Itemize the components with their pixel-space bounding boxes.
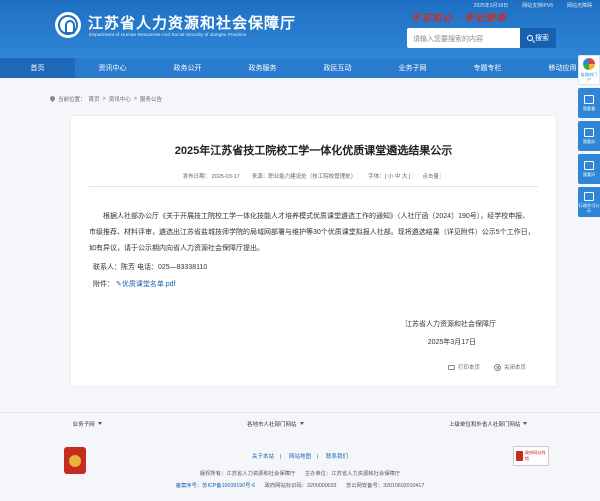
print-button[interactable]: 打印本页 [447,363,480,371]
footer-contact[interactable]: 联系我们 [326,454,348,460]
site-footer: 关于本站 | 网站地图 | 联系我们 版权所有：江苏省人力资源和社会保障厅 主办单位… [0,436,600,501]
nav-services[interactable]: 政务服务 [225,58,300,78]
icp-link[interactable]: 备案序号：苏ICP备10039190号-6 [176,483,255,489]
close-label: 关闭本页 [503,365,526,371]
footer-line-1: 版权所有：江苏省人力资源和社会保障厅 主办单位：江苏省人力资源和社会保障厅 [199,471,401,477]
breadcrumb-news[interactable]: 资讯中心 [109,95,131,103]
article-title: 2025年江苏省技工院校工学一体化优质课堂遴选结果公示 [174,145,453,157]
license-icon [584,191,594,201]
breadcrumb-prefix: 当前位置： [58,97,86,103]
attachment: 附件： ✎优质课堂名单.pdf [93,279,176,289]
top-bar: 2025年3月18日 网站支持IPV6 网站无障碍 [474,2,592,9]
search-icon [527,35,533,41]
nav-home[interactable]: 首页 [0,58,75,78]
side-license[interactable]: 行政许可公示 [578,187,600,217]
dropdown-upper-sites[interactable]: 上级单位和外省人社部门网站 [449,420,528,428]
article-panel: 2025年江苏省技工院校工学一体化优质课堂遴选结果公示 发布日期： 2025-0… [70,115,557,387]
report-error-badge[interactable]: 政府网站找错 [513,446,549,466]
side-view[interactable]: 我要看 [578,88,600,118]
nav-news[interactable]: 资讯中心 [75,58,150,78]
font-size-switch[interactable]: 字体：[ 小 中 大 ] [368,172,410,180]
close-button[interactable]: 关闭本页 [493,363,526,371]
search-input[interactable]: 请输入您要搜索的内容 [407,28,520,48]
nav-public-affairs[interactable]: 政务公开 [150,58,225,78]
article-actions: 打印本页 关闭本页 [447,363,526,371]
monitor-icon [584,128,594,137]
dropdown-city-sites[interactable]: 各地市人社部门网站 [247,420,304,428]
breadcrumb-notices[interactable]: 服务公告 [140,95,162,103]
close-icon [493,363,501,371]
view-count: 点击量： [422,174,445,180]
site-logo[interactable] [55,12,81,38]
chevron-down-icon [299,422,304,425]
accessibility-link[interactable]: 网站无障碍 [567,2,592,9]
print-label: 打印本页 [457,365,480,371]
article-body: 根据人社部办公厅《关于开展技工院校工学一体化技能人才培养模式优质课堂遴选工作的通… [89,213,535,252]
side-handle[interactable]: 我要办 [578,121,600,151]
site-name[interactable]: 江苏省人力资源和社会保障厅 [88,12,296,33]
printer-icon [447,364,455,370]
nav-subsites[interactable]: 业务子网 [375,58,450,78]
badge-icon [516,451,523,461]
breadcrumb-home[interactable]: 首页 [89,95,100,103]
nav-interaction[interactable]: 政民互动 [300,58,375,78]
search-button-label: 搜索 [535,35,549,42]
nav-topics[interactable]: 专题专栏 [450,58,525,78]
main-nav: 首页 资讯中心 政务公开 政务服务 政民互动 业务子网 专题专栏 移动应用 [0,58,600,78]
footer-about[interactable]: 关于本站 [252,454,274,460]
site-header: 2025年3月18日 网站支持IPV6 网站无障碍 江苏省人力资源和社会保障厅 … [0,0,600,58]
article-meta: 发布日期： 2025-03-17 来源：职业能力建设处（技工院校管理处） 字体：… [71,172,556,180]
divider [89,186,538,187]
attachment-label: 附件： [93,281,114,288]
chevron-down-icon [523,422,528,425]
location-pin-icon [50,96,55,102]
signing-date: 2025年3月17日 [427,339,476,346]
article-source: 来源：职业能力建设处（技工院校管理处） [251,174,357,180]
attachment-file: 优质课堂名单.pdf [121,281,176,288]
chevron-down-icon [97,422,102,425]
gov-portal-icon [583,58,595,70]
top-date: 2025年3月18日 [473,3,509,9]
chat-icon [584,161,594,170]
dropdown-subsites[interactable]: 业务子网 [73,420,102,428]
attachment-link[interactable]: ✎优质课堂名单.pdf [116,281,176,288]
footer-sitemap[interactable]: 网站地图 [289,454,311,460]
breadcrumb: 当前位置： 首页 > 资讯中心 > 服务公告 [50,95,162,103]
publish-date: 发布日期： 2025-03-17 [182,174,240,180]
side-gov-portal[interactable]: 省政府门户 [578,55,600,85]
document-icon [584,95,594,104]
footer-links: 关于本站 | 网站地图 | 联系我们 [252,454,348,460]
search-button[interactable]: 搜索 [520,28,556,48]
footer-line-2: 备案序号：苏ICP备10039190号-6 政府网站标识码：3200000033… [175,483,425,489]
footer-dropdowns: 业务子网 各地市人社部门网站 上级单位和外省人社部门网站 [0,412,600,434]
side-ask[interactable]: 我要问 [578,154,600,184]
signing-org: 江苏省人力资源和社会保障厅 [405,321,496,328]
slogan: 不忘初心 · 牢记使命 [411,13,507,24]
side-float-bar: 省政府门户 我要看 我要办 我要问 行政许可公示 [578,55,600,220]
ipv6-link[interactable]: 网站支持IPV6 [522,2,553,9]
contact-info: 联系人：陈芳 电话：025—83338110 [93,264,208,271]
site-name-en: Department of Human Resources And Social… [89,33,247,38]
